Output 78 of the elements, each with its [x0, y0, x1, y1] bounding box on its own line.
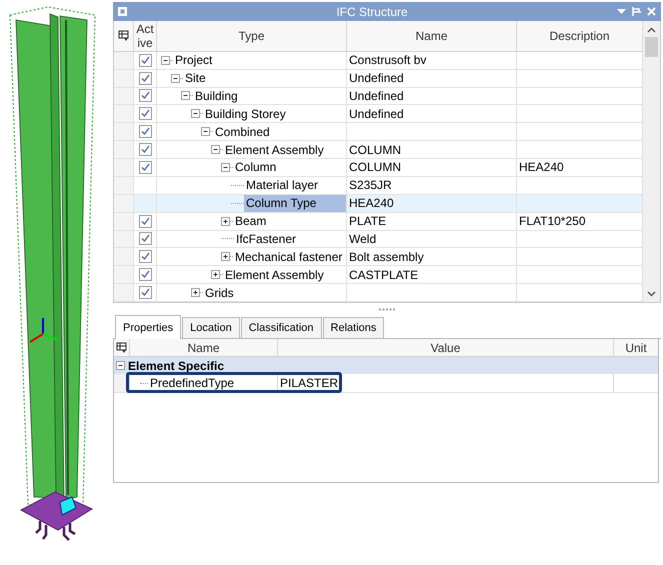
splitter-grip-icon[interactable] [378, 308, 396, 310]
expand-icon[interactable] [221, 252, 230, 262]
tab[interactable]: Relations [322, 317, 384, 338]
table-cell: COLUMN [349, 142, 402, 157]
checkbox[interactable] [138, 107, 152, 120]
tree-item[interactable]: Element Assembly [223, 266, 326, 283]
collapse-icon[interactable] [191, 109, 200, 118]
tab[interactable]: Location [182, 317, 240, 338]
column-header[interactable]: Value [278, 339, 614, 356]
property-value: PILASTER [280, 376, 338, 390]
collapse-icon[interactable] [161, 56, 170, 65]
tree-item[interactable]: Building Storey [203, 106, 288, 122]
table-cell: FLAT10*250 [519, 214, 586, 228]
table-cell: PLATE [349, 214, 386, 228]
collapse-icon[interactable] [201, 127, 210, 136]
checkbox[interactable] [138, 250, 152, 264]
tree-item[interactable]: Combined [213, 124, 272, 140]
tree-item[interactable]: Element Assembly [223, 142, 326, 158]
expand-icon[interactable] [221, 216, 230, 226]
column-header[interactable]: Name [347, 21, 517, 51]
checkbox[interactable] [138, 160, 152, 174]
group-title: Element Specific [128, 358, 224, 372]
tree-item[interactable]: Mechanical fastener [233, 248, 344, 265]
close-icon[interactable] [646, 6, 657, 17]
tree-item[interactable]: Column [233, 159, 278, 176]
table-cell: COLUMN [349, 160, 402, 174]
tree-item[interactable]: Column Type [244, 194, 346, 212]
checkbox[interactable] [138, 232, 152, 246]
checkbox[interactable] [138, 54, 152, 67]
tab[interactable]: Properties [115, 315, 182, 339]
table-cell: Construsoft bv [349, 53, 426, 68]
table-cell: Undefined [349, 88, 404, 103]
tree-item[interactable]: Grids [203, 284, 236, 301]
collapse-icon[interactable] [221, 162, 230, 172]
collapse-icon[interactable] [181, 91, 190, 100]
property-name: PredefinedType [150, 376, 234, 390]
column-chooser-icon[interactable] [116, 342, 127, 353]
tree-item[interactable]: Building [193, 88, 240, 104]
tree-item[interactable]: Material layer [244, 177, 320, 194]
checkbox[interactable] [138, 286, 152, 300]
checkbox[interactable] [138, 125, 152, 138]
collapse-icon[interactable] [211, 145, 220, 154]
checkbox[interactable] [138, 268, 152, 282]
column-header[interactable]: Name [130, 339, 278, 356]
checkbox[interactable] [138, 214, 152, 228]
tab[interactable]: Classification [240, 317, 322, 338]
expand-icon[interactable] [211, 270, 220, 280]
table-cell: HEA240 [519, 160, 564, 174]
table-cell: Weld [349, 232, 376, 246]
table-cell: S235JR [349, 178, 392, 192]
tree-item[interactable]: IfcFastener [234, 230, 298, 247]
table-cell: Undefined [349, 71, 404, 86]
scroll-thumb[interactable] [645, 37, 658, 57]
table-cell: Undefined [349, 106, 404, 121]
column-header[interactable]: Type [157, 21, 347, 51]
scroll-down-icon[interactable] [647, 289, 656, 298]
table-cell: CASTPLATE [349, 268, 418, 282]
scrollbar[interactable] [642, 21, 660, 302]
column-header[interactable]: Description [517, 21, 642, 51]
checkbox[interactable] [138, 89, 152, 102]
tree-item[interactable]: Beam [233, 213, 268, 230]
checkbox[interactable] [138, 72, 152, 85]
collapse-icon[interactable] [171, 74, 180, 83]
scroll-up-icon[interactable] [647, 26, 656, 35]
tree-item[interactable]: Project [173, 52, 214, 68]
column-chooser-icon[interactable] [118, 30, 129, 42]
window-menu-icon[interactable] [117, 6, 128, 17]
collapse-icon[interactable] [116, 361, 125, 370]
panel-title: IFC Structure [335, 4, 409, 18]
column-header[interactable]: Active [134, 21, 157, 51]
table-cell: HEA240 [349, 196, 394, 210]
pin-icon[interactable] [631, 6, 642, 17]
column-header[interactable]: Unit [614, 339, 658, 356]
table-cell: Bolt assembly [349, 250, 424, 264]
axis-icon [29, 318, 58, 343]
expand-icon[interactable] [191, 288, 200, 298]
tree-item[interactable]: Site [183, 70, 208, 86]
checkbox[interactable] [138, 143, 152, 156]
